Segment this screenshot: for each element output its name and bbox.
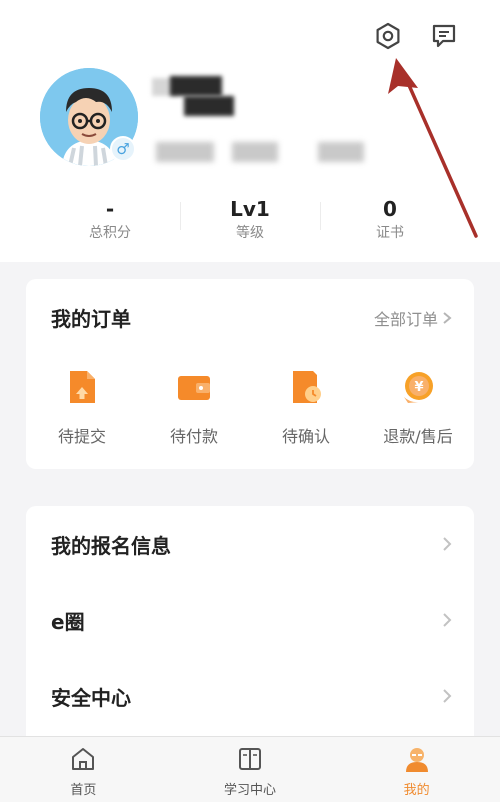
order-pending-confirm[interactable]: 待确认 xyxy=(250,367,362,447)
tab-mine[interactable]: 我的 xyxy=(333,737,500,802)
document-clock-icon xyxy=(293,371,321,403)
menu-item-e-circle[interactable]: e圈 xyxy=(26,590,474,650)
order-label: 待提交 xyxy=(57,427,106,446)
tab-label: 学习中心 xyxy=(224,783,277,798)
stat-label: 等级 xyxy=(236,225,264,241)
settings-button[interactable] xyxy=(372,20,404,52)
profile-header: ♂ - 总积分 Lv1 等级 0 证书 xyxy=(0,0,500,262)
order-pending-payment[interactable]: 待付款 xyxy=(138,367,250,447)
svg-text:¥: ¥ xyxy=(414,380,423,395)
stats-bar: - 总积分 Lv1 等级 0 证书 xyxy=(40,196,460,248)
order-label: 退款/售后 xyxy=(383,427,453,446)
stat-value: - xyxy=(105,197,115,221)
chevron-right-icon xyxy=(443,613,452,627)
wallet-icon xyxy=(178,376,210,400)
orders-title: 我的订单 xyxy=(51,307,131,331)
menu-item-registration-info[interactable]: 我的报名信息 xyxy=(26,514,474,574)
all-orders-link[interactable]: 全部订单 xyxy=(374,306,452,330)
home-icon xyxy=(72,748,95,770)
message-icon xyxy=(432,24,456,48)
document-upload-icon xyxy=(70,371,95,403)
messages-button[interactable] xyxy=(428,20,460,52)
chevron-right-icon xyxy=(443,312,452,324)
menu-item-label: e圈 xyxy=(51,609,85,634)
order-pending-submit[interactable]: 待提交 xyxy=(26,367,138,447)
menu-item-security-center[interactable]: 安全中心 xyxy=(26,666,474,726)
stat-label: 证书 xyxy=(376,225,404,241)
tab-label: 首页 xyxy=(70,783,97,798)
book-icon xyxy=(239,748,261,770)
order-label: 待付款 xyxy=(169,427,218,446)
chevron-right-icon xyxy=(443,689,452,703)
stat-level[interactable]: Lv1 等级 xyxy=(180,196,320,248)
order-status-row: 待提交 待付款 待确认 ¥ 退款/售后 xyxy=(26,367,474,447)
order-refund[interactable]: ¥ 退款/售后 xyxy=(362,367,474,447)
orders-card: 我的订单 全部订单 待提交 待付款 待确认 ¥ 退款/售后 xyxy=(26,279,474,469)
order-label: 待确认 xyxy=(281,427,330,446)
chevron-right-icon xyxy=(443,537,452,551)
menu-item-label: 我的报名信息 xyxy=(51,533,171,558)
stat-value: Lv1 xyxy=(230,197,270,221)
yen-coin-icon: ¥ xyxy=(404,372,433,403)
all-orders-label: 全部订单 xyxy=(373,310,438,329)
user-icon xyxy=(405,748,428,772)
menu-card: 我的报名信息 e圈 安全中心 xyxy=(26,506,474,746)
stat-value: 0 xyxy=(383,197,397,221)
stat-points[interactable]: - 总积分 xyxy=(40,196,180,248)
gender-male-badge: ♂ xyxy=(110,136,136,162)
hexagon-settings-icon xyxy=(376,22,400,50)
stat-label: 总积分 xyxy=(89,225,131,241)
menu-item-label: 安全中心 xyxy=(51,685,131,710)
tab-learning-center[interactable]: 学习中心 xyxy=(167,737,334,802)
tab-home[interactable]: 首页 xyxy=(0,737,167,802)
bottom-tab-bar: 首页 学习中心 我的 xyxy=(0,736,500,802)
tab-label: 我的 xyxy=(403,783,430,798)
stat-certificates[interactable]: 0 证书 xyxy=(320,196,460,248)
